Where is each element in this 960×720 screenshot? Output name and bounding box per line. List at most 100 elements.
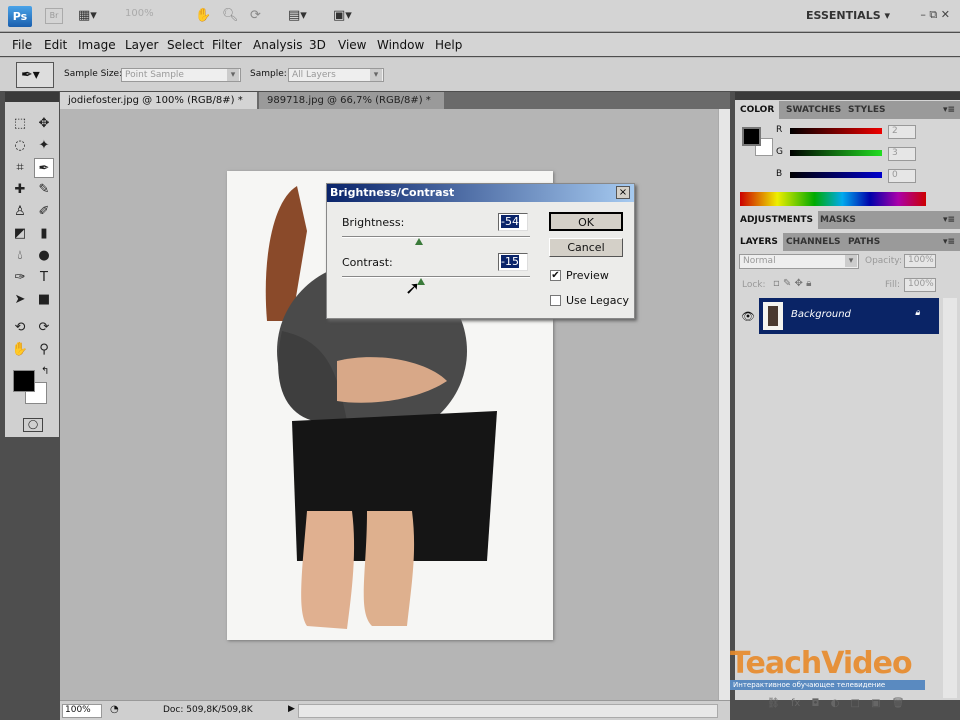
opacity-input[interactable]: 100%: [904, 254, 936, 268]
menu-layer[interactable]: Layer: [125, 38, 158, 52]
panel-menu-icon[interactable]: ▾≡: [938, 233, 960, 251]
zoom-field[interactable]: 100%: [62, 704, 102, 718]
cancel-button[interactable]: Cancel: [549, 238, 623, 257]
dialog-close-button[interactable]: ×: [616, 186, 630, 199]
dialog-title-bar[interactable]: Brightness/Contrast: [327, 184, 634, 202]
right-panel-dock: COLOR SWATCHES STYLES ▾≡ R 2 G 3 B 0 ADJ…: [735, 92, 960, 709]
magic-wand-icon[interactable]: ✦: [34, 136, 54, 156]
contrast-input[interactable]: -15: [498, 253, 528, 271]
visibility-eye-icon[interactable]: 👁︎: [741, 310, 755, 323]
red-value-input[interactable]: 2: [888, 125, 916, 139]
tool-preset-picker[interactable]: ✒▾: [16, 62, 54, 88]
tab-color[interactable]: COLOR: [735, 101, 780, 119]
ok-button[interactable]: OK: [549, 212, 623, 231]
zoom-tool-icon[interactable]: 🔍︎: [222, 8, 239, 23]
clone-stamp-icon[interactable]: ♙: [10, 202, 30, 222]
tab-jodiefoster[interactable]: jodiefoster.jpg @ 100% (RGB/8#) * ×: [60, 92, 257, 123]
red-slider[interactable]: [790, 128, 882, 134]
healing-brush-icon[interactable]: ✚: [10, 180, 30, 200]
crop-tool-icon[interactable]: ⌗: [10, 158, 30, 178]
tab-styles[interactable]: STYLES: [843, 101, 891, 119]
brightness-slider-track[interactable]: [342, 236, 530, 238]
layers-scrollbar[interactable]: [943, 298, 957, 698]
bridge-button[interactable]: Br: [45, 8, 63, 24]
move-tool-icon[interactable]: ✥: [34, 114, 54, 134]
preview-checkbox[interactable]: ✔: [550, 270, 561, 281]
arrange-documents-icon[interactable]: ▤▾: [288, 8, 307, 23]
menu-image[interactable]: Image: [78, 38, 116, 52]
menu-filter[interactable]: Filter: [212, 38, 242, 52]
tab-layers[interactable]: LAYERS: [735, 233, 783, 251]
preview-label: Preview: [566, 269, 609, 282]
3d-rotate-icon[interactable]: ⟲: [10, 318, 30, 338]
panel-menu-icon[interactable]: ▾≡: [938, 211, 960, 229]
eyedropper-tool-icon[interactable]: ✒: [34, 158, 54, 178]
green-value-input[interactable]: 3: [888, 147, 916, 161]
panel-menu-icon[interactable]: ▾≡: [938, 101, 960, 119]
color-panel-tabs: COLOR SWATCHES STYLES ▾≡: [735, 101, 960, 119]
rotate-view-icon[interactable]: ⟳: [250, 8, 261, 23]
marquee-tool-icon[interactable]: ⬚: [10, 114, 30, 134]
use-legacy-checkbox[interactable]: [550, 295, 561, 306]
g-label: G: [776, 147, 783, 157]
menu-file[interactable]: File: [12, 38, 32, 52]
menu-window[interactable]: Window: [377, 38, 424, 52]
shape-tool-icon[interactable]: ■: [34, 290, 54, 310]
brightness-slider-thumb[interactable]: [415, 238, 424, 245]
menu-3d[interactable]: 3D: [309, 38, 326, 52]
menu-select[interactable]: Select: [167, 38, 204, 52]
teachvideo-watermark: TeachVideo Интерактивное обучающее телев…: [730, 648, 925, 692]
horizontal-scrollbar[interactable]: [298, 704, 718, 718]
adjustments-panel-tabs: ADJUSTMENTS MASKS ▾≡: [735, 211, 960, 229]
blue-slider[interactable]: [790, 172, 882, 178]
screen-mode-button[interactable]: ▣▾: [333, 8, 352, 23]
window-controls[interactable]: – ⧉ ✕: [920, 8, 950, 22]
lock-icons[interactable]: ▫ ✎ ✥ 🔒︎: [773, 278, 811, 289]
vertical-scrollbar[interactable]: [718, 109, 730, 700]
eraser-tool-icon[interactable]: ◩: [10, 224, 30, 244]
brightness-input[interactable]: -54: [498, 213, 528, 231]
workspace-switcher[interactable]: ESSENTIALS ▾: [806, 9, 890, 22]
tab-adjustments[interactable]: ADJUSTMENTS: [735, 211, 818, 229]
layers-footer-buttons[interactable]: ⛓ fx ◘ ◐ □ ▣ 🗑︎: [767, 698, 904, 709]
tab-swatches[interactable]: SWATCHES: [781, 101, 846, 119]
blue-value-input[interactable]: 0: [888, 169, 916, 183]
mouse-cursor-icon: ➚: [405, 278, 421, 299]
quick-mask-icon[interactable]: ◯: [23, 418, 43, 432]
blend-mode-select[interactable]: Normal: [739, 254, 859, 269]
3d-orbit-icon[interactable]: ⟳: [34, 318, 54, 338]
sample-size-select[interactable]: Point Sample: [121, 68, 241, 82]
tab-masks[interactable]: MASKS: [815, 211, 861, 229]
lasso-tool-icon[interactable]: ◌: [10, 136, 30, 156]
tab-989718[interactable]: 989718.jpg @ 66,7% (RGB/8#) * ×: [259, 92, 444, 123]
layer-row-background[interactable]: Background 🔒︎: [759, 298, 939, 334]
dodge-tool-icon[interactable]: ●: [34, 246, 54, 266]
pen-tool-icon[interactable]: ✑: [10, 268, 30, 288]
hand-tool-icon[interactable]: ✋: [195, 8, 211, 23]
hand-tool-icon[interactable]: ✋: [10, 340, 30, 360]
fill-input[interactable]: 100%: [904, 278, 936, 292]
menu-help[interactable]: Help: [435, 38, 462, 52]
color-spectrum-ramp[interactable]: [740, 192, 926, 206]
history-brush-icon[interactable]: ✐: [34, 202, 54, 222]
tab-channels[interactable]: CHANNELS: [781, 233, 846, 251]
foreground-color-swatch[interactable]: [742, 127, 761, 146]
brush-tool-icon[interactable]: ✎: [34, 180, 54, 200]
zoom-level-select[interactable]: 100%: [125, 8, 154, 19]
screen-mode-icon[interactable]: ▦▾: [78, 8, 97, 23]
green-slider[interactable]: [790, 150, 882, 156]
blur-tool-icon[interactable]: 💧︎: [10, 246, 30, 266]
status-menu-arrow[interactable]: ▶: [288, 704, 295, 714]
tab-paths[interactable]: PATHS: [843, 233, 885, 251]
menu-analysis[interactable]: Analysis: [253, 38, 302, 52]
gradient-tool-icon[interactable]: ▮: [34, 224, 54, 244]
menu-edit[interactable]: Edit: [44, 38, 67, 52]
swap-colors-icon[interactable]: ↰: [41, 366, 49, 377]
type-tool-icon[interactable]: T: [34, 268, 54, 288]
menu-view[interactable]: View: [338, 38, 366, 52]
sample-select[interactable]: All Layers: [288, 68, 384, 82]
contrast-slider-track[interactable]: [342, 276, 530, 278]
status-info-icon[interactable]: ◔: [110, 704, 119, 715]
path-selection-icon[interactable]: ➤: [10, 290, 30, 310]
zoom-tool-icon[interactable]: ⚲: [34, 340, 54, 360]
